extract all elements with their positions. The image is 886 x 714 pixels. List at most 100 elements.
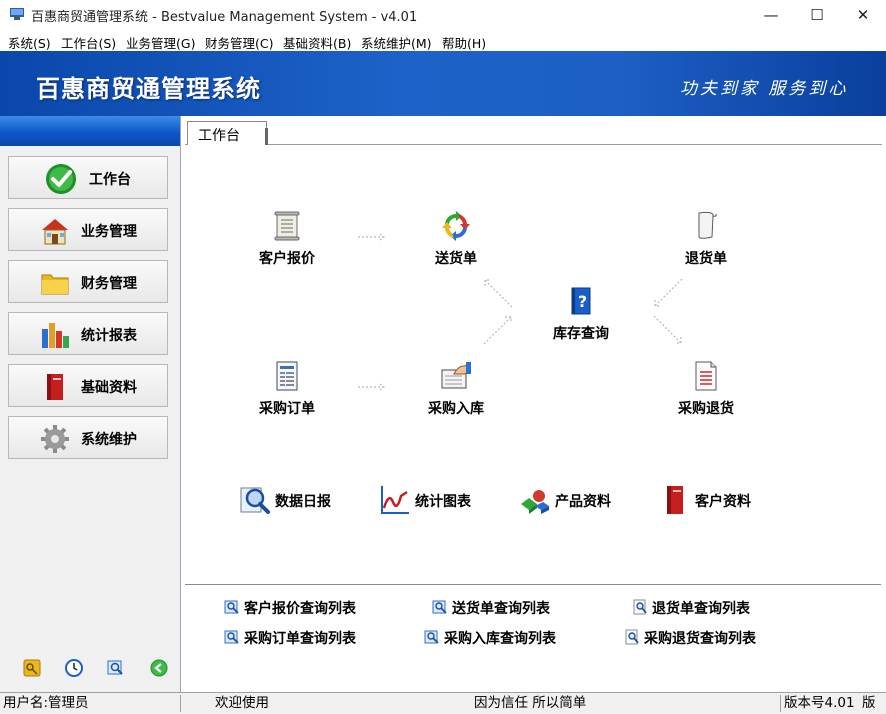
tab-workbench[interactable]: 工作台 — [187, 121, 267, 145]
tab-strip — [185, 144, 882, 145]
svg-text:?: ? — [578, 292, 587, 311]
report-link-label: 客户报价查询列表 — [244, 601, 356, 617]
list-search-icon — [224, 630, 239, 644]
workflow-delivery[interactable]: 送货单 — [411, 210, 501, 270]
report-link-label: 采购订单查询列表 — [244, 631, 356, 647]
sidebar-item-maintenance[interactable]: 系统维护 — [8, 416, 168, 459]
banner-title: 百惠商贸通管理系统 — [36, 75, 261, 103]
clock-icon[interactable] — [65, 659, 83, 677]
divider — [185, 584, 881, 585]
app-icon — [10, 8, 24, 20]
hand-document-icon — [441, 362, 471, 389]
status-motto: 因为信任 所以简单 — [474, 695, 587, 711]
sidebar-item-label: 系统维护 — [81, 432, 137, 448]
minimize-button[interactable]: — — [748, 0, 794, 30]
workflow-purchase-return[interactable]: 采购退货 — [661, 360, 751, 420]
menu-business[interactable]: 业务管理(G) — [126, 33, 195, 52]
key-icon[interactable] — [23, 659, 41, 677]
workflow-customer-quote[interactable]: 客户报价 — [242, 210, 332, 270]
magnifier-icon — [633, 599, 647, 615]
maximize-button[interactable]: ☐ — [794, 0, 840, 30]
menu-workbench[interactable]: 工作台(S) — [61, 33, 116, 52]
status-welcome: 欢迎使用 — [215, 695, 269, 711]
bar-chart-icon — [42, 323, 69, 348]
status-separator — [780, 695, 781, 712]
line-chart-icon — [381, 486, 409, 514]
workflow-label: 采购订单 — [259, 401, 315, 417]
flow-arrow — [483, 316, 512, 345]
list-search-icon — [424, 630, 439, 644]
flow-arrow — [358, 383, 385, 391]
workflow-label: 客户报价 — [259, 251, 315, 267]
report-link-purchase-order[interactable]: 采购订单查询列表 — [224, 628, 374, 647]
sidebar-item-label: 基础资料 — [81, 380, 137, 396]
workflow-return[interactable]: 退货单 — [661, 210, 751, 270]
status-version: 版本号4.01 — [784, 695, 855, 711]
sidebar-item-basic-data[interactable]: 基础资料 — [8, 364, 168, 407]
report-link-label: 退货单查询列表 — [652, 601, 750, 617]
book-icon — [47, 374, 63, 400]
flow-arrow — [484, 279, 513, 308]
back-icon[interactable] — [150, 659, 168, 677]
menu-help[interactable]: 帮助(H) — [442, 33, 486, 52]
report-link-purchase-return[interactable]: 采购退货查询列表 — [624, 628, 774, 647]
banner: 百惠商贸通管理系统 功夫到家 服务到心 — [0, 51, 886, 116]
workflow-label: 库存查询 — [553, 326, 609, 342]
tab-label: 工作台 — [198, 128, 240, 144]
shapes-icon — [521, 490, 549, 514]
title-bar: 百惠商贸通管理系统 - Bestvalue Management System … — [0, 0, 886, 30]
report-link-label: 采购退货查询列表 — [644, 631, 756, 647]
report-link-label: 采购入库查询列表 — [444, 631, 556, 647]
quicklink-label: 数据日报 — [275, 494, 331, 510]
quicklink-daily-report[interactable]: 数据日报 — [239, 484, 349, 516]
scroll-icon — [274, 211, 300, 241]
quicklink-label: 客户资料 — [695, 494, 751, 510]
house-icon — [42, 219, 68, 245]
document-icon — [695, 361, 717, 391]
workflow-label: 送货单 — [435, 251, 477, 267]
quicklink-label: 统计图表 — [415, 494, 471, 510]
close-button[interactable]: ✕ — [840, 0, 886, 30]
book-icon — [667, 486, 683, 514]
sidebar-item-workbench[interactable]: 工作台 — [8, 156, 168, 199]
workflow-purchase-in[interactable]: 采购入库 — [411, 360, 501, 420]
quicklink-label: 产品资料 — [555, 494, 611, 510]
report-link-delivery[interactable]: 送货单查询列表 — [432, 598, 567, 617]
report-link-purchase-in[interactable]: 采购入库查询列表 — [424, 628, 574, 647]
sidebar-item-label: 业务管理 — [81, 224, 137, 240]
sidebar-item-reports[interactable]: 统计报表 — [8, 312, 168, 355]
search-icon[interactable] — [107, 659, 125, 677]
main-panel: 工作台 客户报价 送货单 退货单 ? 库存查询 采购订单 采购入库 采购退货 数… — [181, 116, 886, 692]
menu-finance[interactable]: 财务管理(C) — [205, 33, 273, 52]
sidebar-item-label: 工作台 — [89, 172, 131, 188]
tab-shadow — [265, 128, 268, 145]
folder-icon — [41, 274, 69, 295]
window-title: 百惠商贸通管理系统 - Bestvalue Management System … — [31, 10, 418, 25]
banner-slogan: 功夫到家 服务到心 — [680, 79, 849, 99]
quicklink-customers[interactable]: 客户资料 — [659, 484, 769, 516]
quicklink-charts[interactable]: 统计图表 — [379, 484, 489, 516]
sidebar-item-finance[interactable]: 财务管理 — [8, 260, 168, 303]
menu-system[interactable]: 系统(S) — [8, 33, 51, 52]
workflow-inventory[interactable]: ? 库存查询 — [536, 285, 626, 345]
report-link-label: 送货单查询列表 — [452, 601, 550, 617]
status-separator — [180, 695, 181, 712]
scroll-icon — [698, 211, 717, 239]
report-link-quote[interactable]: 客户报价查询列表 — [224, 598, 374, 617]
sidebar-item-label: 财务管理 — [81, 276, 137, 292]
status-bar: 用户名:管理员 欢迎使用 因为信任 所以简单 版本号4.01 版 — [0, 692, 886, 714]
sidebar-item-business[interactable]: 业务管理 — [8, 208, 168, 251]
sidebar: 工作台 业务管理 财务管理 统计报表 基础资料 系统维护 — [0, 116, 181, 692]
workflow-purchase-order[interactable]: 采购订单 — [242, 360, 332, 420]
help-book-icon: ? — [571, 287, 591, 315]
status-extra: 版 — [862, 695, 876, 711]
status-user: 用户名:管理员 — [3, 695, 89, 711]
magnifier-icon — [240, 487, 270, 514]
menu-basic-data[interactable]: 基础资料(B) — [283, 33, 351, 52]
report-link-return[interactable]: 退货单查询列表 — [632, 598, 767, 617]
workflow-label: 退货单 — [685, 251, 727, 267]
flow-arrow — [654, 278, 683, 307]
magnifier-icon — [625, 629, 639, 645]
quicklink-products[interactable]: 产品资料 — [519, 484, 629, 516]
menu-maintenance[interactable]: 系统维护(M) — [361, 33, 432, 52]
